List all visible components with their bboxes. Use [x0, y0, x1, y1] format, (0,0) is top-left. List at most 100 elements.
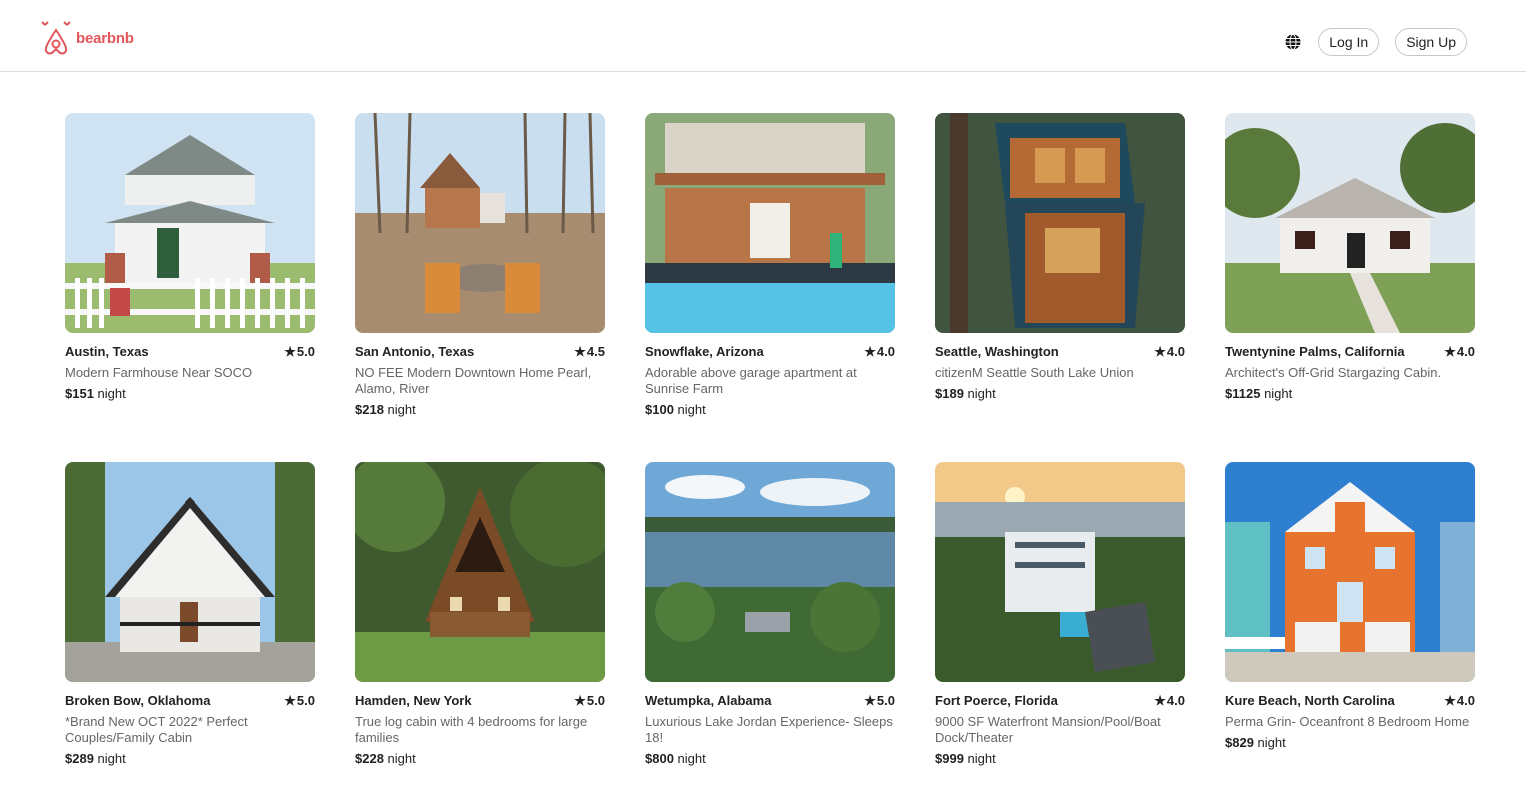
listing-location: Seattle, Washington: [935, 344, 1059, 359]
star-icon: ★: [284, 344, 296, 359]
listing-rating: ★ 4.0: [1444, 344, 1475, 360]
star-icon: ★: [1154, 693, 1166, 708]
listing-header: Kure Beach, North Carolina ★ 4.0: [1225, 693, 1475, 709]
price-amount: $151: [65, 386, 94, 401]
listing-card[interactable]: Broken Bow, Oklahoma ★ 5.0 *Brand New OCT…: [65, 462, 315, 811]
star-icon: ★: [1444, 693, 1456, 708]
rating-value: 5.0: [296, 693, 315, 708]
price-amount: $999: [935, 751, 964, 766]
listing-card[interactable]: Wetumpka, Alabama ★ 5.0 Luxurious Lake Jo…: [645, 462, 895, 811]
price-amount: $800: [645, 751, 674, 766]
star-icon: ★: [574, 693, 586, 708]
listing-card[interactable]: Snowflake, Arizona ★ 4.0 Adorable above g…: [645, 113, 895, 462]
price-unit: night: [677, 402, 706, 417]
rating-value: 4.0: [1456, 693, 1475, 708]
listing-photo[interactable]: [355, 462, 605, 682]
listing-photo[interactable]: [935, 462, 1185, 682]
globe-icon[interactable]: [1284, 33, 1302, 51]
signup-button[interactable]: Sign Up: [1395, 28, 1467, 56]
brand-logo[interactable]: bearbnb: [38, 18, 134, 58]
star-icon: ★: [1444, 344, 1456, 359]
listing-header: Snowflake, Arizona ★ 4.0: [645, 344, 895, 360]
price-amount: $189: [935, 386, 964, 401]
bear-logo-icon: [41, 21, 71, 55]
listing-card[interactable]: San Antonio, Texas ★ 4.5 NO FEE Modern Do…: [355, 113, 605, 462]
price-amount: $289: [65, 751, 94, 766]
star-icon: ★: [1154, 344, 1166, 359]
listing-location: Snowflake, Arizona: [645, 344, 764, 359]
listing-title: Architect's Off-Grid Stargazing Cabin.: [1225, 365, 1442, 380]
listing-title: Adorable above garage apartment at Sunri…: [645, 365, 857, 396]
listing-rating: ★ 5.0: [864, 693, 895, 709]
price-unit: night: [967, 386, 996, 401]
listing-header: Hamden, New York ★ 5.0: [355, 693, 605, 709]
listing-location: Twentynine Palms, California: [1225, 344, 1405, 359]
listing-card[interactable]: Austin, Texas ★ 5.0 Modern Farmhouse Near…: [65, 113, 315, 462]
listing-photo[interactable]: [355, 113, 605, 333]
price-unit: night: [967, 751, 996, 766]
listing-rating: ★ 4.0: [864, 344, 895, 360]
listing-card[interactable]: Kure Beach, North Carolina ★ 4.0 Perma Gr…: [1225, 462, 1475, 811]
listing-location: Austin, Texas: [65, 344, 149, 359]
login-button[interactable]: Log In: [1318, 28, 1380, 56]
listing-price: $829 night: [1225, 735, 1475, 751]
listing-rating: ★ 4.5: [574, 344, 605, 360]
listing-title: True log cabin with 4 bedrooms for large…: [355, 714, 588, 745]
price-amount: $829: [1225, 735, 1254, 750]
listing-photo[interactable]: [935, 113, 1185, 333]
listing-rating: ★ 4.0: [1444, 693, 1475, 709]
price-unit: night: [677, 751, 706, 766]
listing-price: $228 night: [355, 751, 605, 767]
price-unit: night: [1257, 735, 1286, 750]
listing-card[interactable]: Fort Poerce, Florida ★ 4.0 9000 SF Waterf…: [935, 462, 1185, 811]
header-actions: Log In Sign Up: [1284, 28, 1467, 56]
rating-value: 5.0: [296, 344, 315, 359]
listing-price: $999 night: [935, 751, 1185, 767]
listing-location: Fort Poerce, Florida: [935, 693, 1058, 708]
top-nav-bar: bearbnb Log In Sign Up: [0, 0, 1526, 72]
listing-header: Fort Poerce, Florida ★ 4.0: [935, 693, 1185, 709]
rating-value: 4.0: [1166, 693, 1185, 708]
listing-location: San Antonio, Texas: [355, 344, 475, 359]
listing-price: $1125 night: [1225, 386, 1475, 402]
price-unit: night: [387, 402, 416, 417]
listing-header: Austin, Texas ★ 5.0: [65, 344, 315, 360]
listing-photo[interactable]: [1225, 462, 1475, 682]
star-icon: ★: [864, 344, 876, 359]
listing-price: $151 night: [65, 386, 315, 402]
listing-location: Wetumpka, Alabama: [645, 693, 772, 708]
brand-name: bearbnb: [76, 29, 134, 47]
listing-card[interactable]: Twentynine Palms, California ★ 4.0 Archit…: [1225, 113, 1475, 462]
listing-header: Twentynine Palms, California ★ 4.0: [1225, 344, 1475, 360]
listing-card[interactable]: Seattle, Washington ★ 4.0 citizenM Seattl…: [935, 113, 1185, 462]
listing-title: citizenM Seattle South Lake Union: [935, 365, 1134, 380]
rating-value: 4.0: [1166, 344, 1185, 359]
listing-photo[interactable]: [65, 113, 315, 333]
rating-value: 4.0: [1456, 344, 1475, 359]
listing-photo[interactable]: [1225, 113, 1475, 333]
listing-price: $289 night: [65, 751, 315, 767]
listing-title: Perma Grin- Oceanfront 8 Bedroom Home: [1225, 714, 1470, 729]
price-unit: night: [97, 751, 126, 766]
listing-price: $189 night: [935, 386, 1185, 402]
listing-photo[interactable]: [645, 113, 895, 333]
listing-photo[interactable]: [645, 462, 895, 682]
listing-price: $800 night: [645, 751, 895, 767]
listing-header: San Antonio, Texas ★ 4.5: [355, 344, 605, 360]
price-unit: night: [97, 386, 126, 401]
price-amount: $1125: [1225, 386, 1261, 401]
star-icon: ★: [284, 693, 296, 708]
listing-location: Kure Beach, North Carolina: [1225, 693, 1395, 708]
listing-header: Wetumpka, Alabama ★ 5.0: [645, 693, 895, 709]
listing-title: Modern Farmhouse Near SOCO: [65, 365, 253, 380]
listing-card[interactable]: Hamden, New York ★ 5.0 True log cabin wit…: [355, 462, 605, 811]
price-amount: $228: [355, 751, 384, 766]
price-amount: $218: [355, 402, 384, 417]
listing-photo[interactable]: [65, 462, 315, 682]
listing-rating: ★ 4.0: [1154, 693, 1185, 709]
listing-header: Seattle, Washington ★ 4.0: [935, 344, 1185, 360]
listing-location: Hamden, New York: [355, 693, 472, 708]
listing-title: Luxurious Lake Jordan Experience- Sleeps…: [645, 714, 893, 745]
price-unit: night: [1264, 386, 1293, 401]
listing-rating: ★ 4.0: [1154, 344, 1185, 360]
